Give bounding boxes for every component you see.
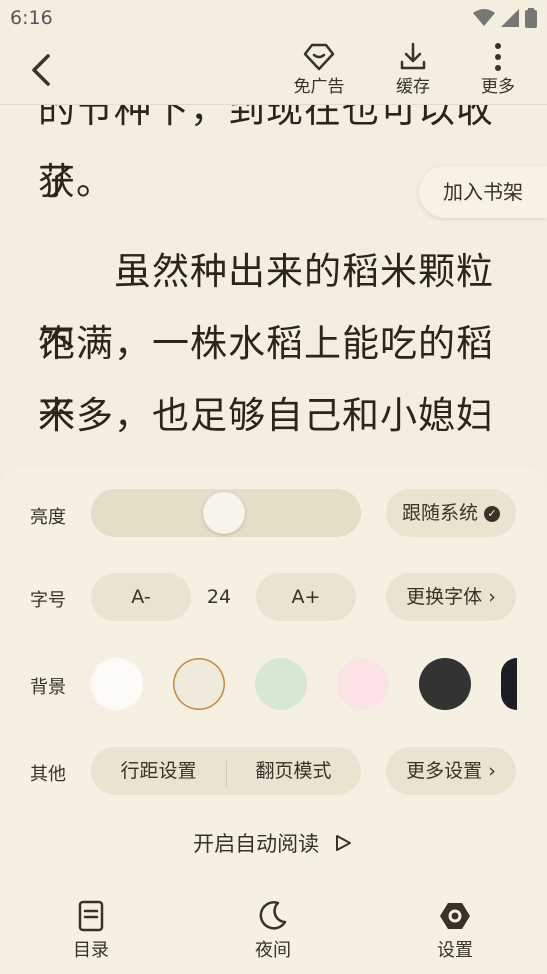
battery-icon	[525, 8, 537, 28]
ad-free-label: 免广告	[293, 77, 345, 97]
check-icon: ✓	[484, 505, 500, 522]
change-font-button[interactable]: 更换字体 ›	[386, 573, 516, 621]
tab-night[interactable]: 夜间	[223, 890, 323, 962]
more-vertical-icon	[495, 43, 501, 71]
bg-swatch-dark-gray[interactable]	[419, 658, 471, 710]
more-settings-label: 更多设置	[406, 760, 483, 782]
brightness-slider-thumb[interactable]	[202, 492, 245, 534]
play-outline-icon	[335, 835, 351, 851]
line-spacing-button[interactable]: 行距设置	[91, 747, 226, 795]
follow-system-toggle[interactable]: 跟随系统 ✓	[386, 489, 516, 537]
settings-hex-icon	[440, 903, 470, 929]
bg-swatch-black[interactable]	[501, 658, 517, 710]
reader-content[interactable]: 的节种下，到现在也可以收获 了。 虽然种出来的稻米颗粒不 饱满，一株水稻上能吃的…	[0, 104, 547, 467]
brightness-label: 亮度	[30, 507, 66, 528]
page-mode-button[interactable]: 翻页模式	[226, 747, 361, 795]
cache-label: 缓存	[396, 77, 430, 97]
more-button[interactable]: 更多	[463, 42, 533, 97]
tab-settings-label: 设置	[437, 940, 473, 961]
status-icons	[473, 8, 537, 28]
bg-swatch-cream[interactable]	[173, 658, 225, 710]
auto-read-label: 开启自动阅读	[193, 832, 320, 856]
font-increase-button[interactable]: A+	[256, 573, 356, 621]
ad-free-button[interactable]: 免广告	[284, 42, 354, 97]
tab-catalog[interactable]: 目录	[41, 890, 141, 962]
bg-swatch-green[interactable]	[255, 658, 307, 710]
top-bar: 免广告 缓存 更多	[0, 36, 547, 105]
auto-read-button[interactable]: 开启自动阅读	[0, 828, 547, 858]
more-label: 更多	[481, 77, 515, 97]
chevron-right-icon: ›	[482, 586, 496, 608]
catalog-icon	[78, 900, 104, 932]
font-decrease-button[interactable]: A-	[91, 573, 191, 621]
other-label: 其他	[30, 764, 66, 785]
background-label: 背景	[30, 677, 66, 698]
bg-swatch-pink[interactable]	[337, 658, 389, 710]
ad-free-icon	[303, 43, 335, 71]
bottom-tab-bar: 目录 夜间 设置	[0, 890, 547, 974]
font-size-label: 字号	[30, 590, 66, 611]
follow-system-label: 跟随系统	[401, 502, 478, 524]
moon-icon	[259, 901, 287, 930]
status-bar: 6:16	[0, 0, 547, 36]
status-time: 6:16	[10, 7, 53, 29]
font-size-value: 24	[206, 586, 232, 608]
chevron-right-icon: ›	[482, 760, 496, 782]
brightness-slider[interactable]	[91, 489, 361, 537]
add-to-bookshelf-button[interactable]: 加入书架	[419, 166, 547, 218]
wifi-icon	[473, 9, 495, 26]
reader-line: 不多，也足够自己和小媳妇吃	[38, 394, 494, 467]
bg-swatch-white[interactable]	[91, 658, 143, 710]
chevron-left-icon	[32, 54, 50, 86]
change-font-label: 更换字体	[406, 586, 483, 608]
tab-catalog-label: 目录	[73, 940, 109, 961]
signal-icon	[501, 9, 519, 27]
cache-button[interactable]: 缓存	[378, 42, 448, 97]
back-button[interactable]	[24, 50, 60, 90]
download-icon	[400, 42, 426, 70]
tab-settings[interactable]: 设置	[405, 890, 505, 962]
tab-night-label: 夜间	[255, 940, 291, 961]
more-settings-button[interactable]: 更多设置 ›	[386, 747, 516, 795]
